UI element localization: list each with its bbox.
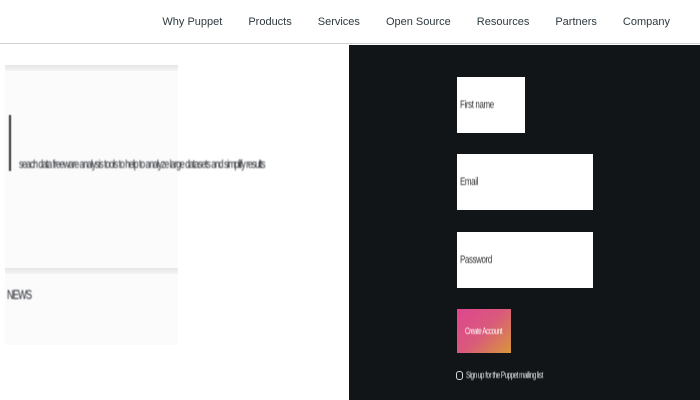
nav-resources[interactable]: Resources bbox=[477, 16, 530, 28]
firstname-placeholder: First name bbox=[460, 99, 494, 111]
nav-partners[interactable]: Partners bbox=[555, 16, 597, 28]
create-account-button[interactable]: Create Account bbox=[457, 309, 511, 353]
firstname-field[interactable]: First name bbox=[457, 77, 525, 133]
nav-open-source[interactable]: Open Source bbox=[386, 16, 451, 28]
promo-card: seach data freeware analysis tools to he… bbox=[5, 65, 266, 345]
password-field[interactable]: Password bbox=[457, 232, 593, 288]
create-account-label: Create Account bbox=[465, 326, 503, 336]
left-content-pane: seach data freeware analysis tools to he… bbox=[0, 45, 349, 400]
email-field[interactable]: Email bbox=[457, 154, 593, 210]
password-placeholder: Password bbox=[460, 254, 492, 266]
promo-headline: seach data freeware analysis tools to he… bbox=[19, 157, 266, 171]
signup-form-panel: First name Email Password Create Account… bbox=[349, 45, 700, 400]
nav-company[interactable]: Company bbox=[623, 16, 670, 28]
card-bottom-rule bbox=[5, 268, 178, 274]
mailing-list-label: Sign up for the Puppet mailing list bbox=[466, 370, 543, 380]
nav-products[interactable]: Products bbox=[248, 16, 291, 28]
top-navigation-bar: Why Puppet Products Services Open Source… bbox=[0, 0, 700, 44]
card-accent-bar bbox=[9, 115, 11, 171]
nav-services[interactable]: Services bbox=[318, 16, 360, 28]
main-nav: Why Puppet Products Services Open Source… bbox=[162, 0, 670, 44]
card-top-rule bbox=[5, 65, 178, 71]
promo-footer-text: NEWS bbox=[7, 287, 32, 302]
nav-why-puppet[interactable]: Why Puppet bbox=[162, 16, 222, 28]
mailing-list-checkbox[interactable] bbox=[456, 370, 463, 380]
email-placeholder: Email bbox=[460, 176, 479, 188]
mailing-list-optin: Sign up for the Puppet mailing list bbox=[456, 369, 576, 381]
